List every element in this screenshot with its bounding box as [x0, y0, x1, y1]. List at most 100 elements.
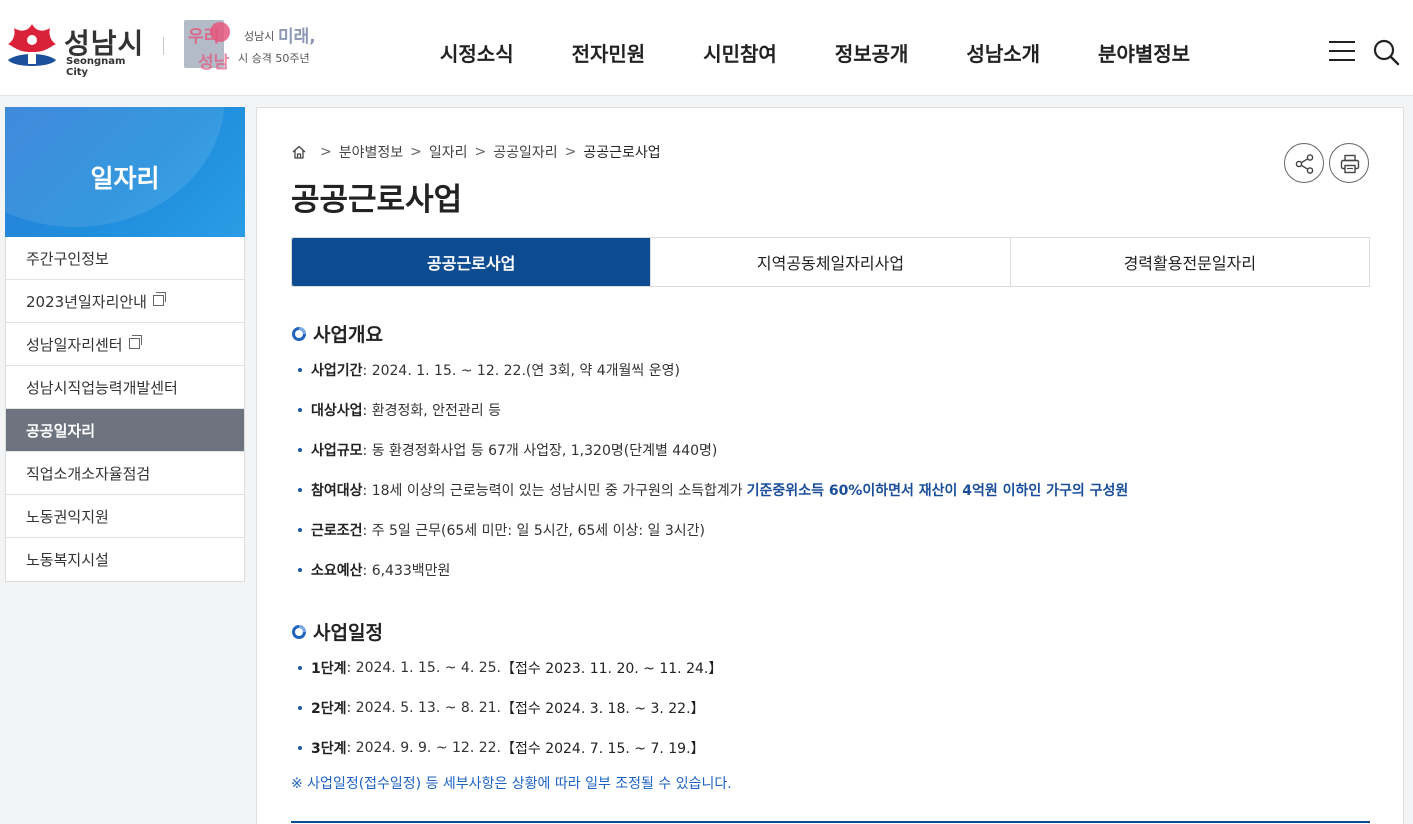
sidebar-item-label: 2023년일자리안내	[26, 292, 147, 311]
sidebar-item-label: 노동권익지원	[26, 507, 109, 526]
section-ring-icon	[292, 624, 306, 639]
search-icon[interactable]	[1372, 38, 1400, 66]
item-label: 소요예산	[311, 563, 363, 579]
item-text: : 2024. 5. 13. ~ 8. 21.	[346, 700, 501, 716]
sidebar-title: 일자리	[90, 164, 160, 193]
eligibility-highlight: 기준중위소득 60%이하면서 재산이 4억원 이하인 가구의 구성원	[746, 483, 1129, 499]
item-bracket: 【접수 2023. 11. 20. ~ 11. 24.】	[501, 661, 723, 677]
section-heading-overview: 사업개요	[291, 320, 383, 347]
main-content: > 분야별정보 > 일자리 > 공공일자리 > 공공근로사업 공공근로사업 공공…	[256, 107, 1404, 824]
share-button[interactable]	[1284, 143, 1324, 183]
home-icon[interactable]	[291, 144, 307, 160]
sidebar-item-label: 노동복지시설	[26, 551, 109, 569]
breadcrumb: > 분야별정보 > 일자리 > 공공일자리 > 공공근로사업	[291, 142, 661, 162]
nav-open-info[interactable]: 정보공개	[835, 38, 909, 67]
schedule-item-stage2: 2단계 : 2024. 5. 13. ~ 8. 21. 【접수 2024. 3. …	[295, 688, 722, 728]
nav-about[interactable]: 성남소개	[966, 38, 1040, 67]
overview-item-conditions: 근로조건 : 주 5일 근무(65세 미만: 일 5시간, 65세 이상: 일 …	[295, 510, 1128, 550]
schedule-item-stage3: 3단계 : 2024. 9. 9. ~ 12. 22. 【접수 2024. 7. …	[295, 728, 722, 768]
item-text: : 2024. 1. 15. ~ 4. 25.	[346, 660, 501, 676]
nav-by-field[interactable]: 분야별정보	[1098, 38, 1190, 67]
overview-item-period: 사업기간 : 2024. 1. 15. ~ 12. 22.(연 3회, 약 4개…	[295, 350, 1128, 390]
sidebar-item-label: 성남일자리센터	[26, 335, 123, 354]
external-link-icon	[152, 291, 166, 306]
main-nav: 시정소식 전자민원 시민참여 정보공개 성남소개 분야별정보	[440, 38, 1248, 67]
schedule-note: ※ 사업일정(접수일정) 등 세부사항은 상황에 따라 일부 조정될 수 있습니…	[291, 776, 732, 792]
slogan-line2: 성남	[198, 53, 230, 73]
seongnam-logo[interactable]: 성남시 Seongnam City	[6, 20, 146, 78]
breadcrumb-current: 공공근로사업	[583, 145, 661, 161]
tab-expert-jobs[interactable]: 경력활용전문일자리	[1009, 238, 1369, 286]
sidebar-item-labor-welfare[interactable]: 노동복지시설	[6, 538, 244, 581]
nav-participation[interactable]: 시민참여	[703, 38, 777, 67]
section-divider	[291, 821, 1370, 823]
item-text: : 2024. 1. 15. ~ 12. 22.(연 3회, 약 4개월씩 운영…	[362, 363, 680, 379]
slogan-sub2: 시 승격 50주년	[238, 52, 310, 65]
print-button[interactable]	[1329, 143, 1369, 183]
tab-public-work[interactable]: 공공근로사업	[292, 238, 651, 286]
sidebar-item-labor-rights[interactable]: 노동권익지원	[6, 495, 244, 538]
sidebar-item-label: 공공일자리	[26, 421, 96, 440]
section-heading-text: 사업일정	[313, 622, 383, 644]
item-label: 사업규모	[311, 443, 363, 459]
section-heading-text: 사업개요	[313, 324, 383, 346]
breadcrumb-separator: >	[564, 144, 577, 160]
item-text: : 주 5일 근무(65세 미만: 일 5시간, 65세 이상: 일 3시간)	[362, 523, 705, 539]
overview-item-budget: 소요예산 : 6,433백만원	[295, 550, 1128, 590]
item-text: : 2024. 9. 9. ~ 12. 22.	[346, 740, 501, 756]
sidebar-item-jobs-center[interactable]: 성남일자리센터	[6, 323, 244, 366]
overview-item-eligibility: 참여대상 : 18세 이상의 근로능력이 있는 성남시민 중 가구원의 소득합계…	[295, 470, 1128, 510]
schedule-item-stage1: 1단계 : 2024. 1. 15. ~ 4. 25. 【접수 2023. 11.…	[295, 648, 722, 688]
item-bracket: 【접수 2024. 3. 18. ~ 3. 22.】	[501, 701, 705, 717]
breadcrumb-jobs[interactable]: 일자리	[429, 142, 468, 162]
breadcrumb-separator: >	[474, 144, 487, 160]
section-heading-schedule: 사업일정	[291, 618, 383, 645]
seongnam-emblem-icon	[8, 24, 56, 66]
nav-e-civil[interactable]: 전자민원	[572, 38, 646, 67]
schedule-list: 1단계 : 2024. 1. 15. ~ 4. 25. 【접수 2023. 11.…	[295, 648, 722, 768]
slogan-line1b: 미래,	[278, 27, 316, 47]
item-label: 사업기간	[311, 363, 363, 379]
sidebar-title-banner: 일자리	[5, 107, 245, 237]
share-icon	[1295, 154, 1314, 174]
sidebar-item-label: 직업소개소자율점검	[26, 464, 151, 483]
overview-list: 사업기간 : 2024. 1. 15. ~ 12. 22.(연 3회, 약 4개…	[295, 350, 1128, 590]
item-text: : 6,433백만원	[362, 563, 451, 579]
slogan-sub1: 성남시	[244, 30, 275, 43]
print-icon	[1340, 154, 1360, 174]
sidebar-item-agency-check[interactable]: 직업소개소자율점검	[6, 452, 244, 495]
breadcrumb-public-jobs[interactable]: 공공일자리	[493, 142, 557, 162]
section-ring-icon	[292, 326, 306, 341]
sidebar-item-public-jobs[interactable]: 공공일자리	[6, 409, 244, 452]
site-header: 성남시 Seongnam City 우리 미래, 성남 성남시 시 승격 50주…	[0, 0, 1413, 96]
logo-text-en: Seongnam City	[66, 56, 126, 78]
breadcrumb-separator: >	[410, 144, 422, 160]
sidebar-menu: 주간구인정보 2023년일자리안내 성남일자리센터 성남시직업능력개발센터 공공…	[5, 237, 245, 582]
sidebar-item-label: 성남시직업능력개발센터	[26, 378, 178, 397]
slogan-line1a: 우리	[188, 27, 220, 47]
page-title: 공공근로사업	[291, 182, 463, 218]
item-label: 1단계	[311, 661, 347, 677]
tab-community-jobs[interactable]: 지역공동체일자리사업	[650, 238, 1009, 286]
item-text: : 동 환경정화사업 등 67개 사업장, 1,320명(단계별 440명)	[362, 443, 718, 459]
nav-news[interactable]: 시정소식	[440, 38, 514, 67]
item-label: 2단계	[311, 701, 347, 717]
sidebar-item-vocational-center[interactable]: 성남시직업능력개발센터	[6, 366, 244, 409]
item-label: 대상사업	[311, 403, 363, 419]
menu-icon[interactable]	[1329, 40, 1355, 62]
item-text: : 18세 이상의 근로능력이 있는 성남시민 중 가구원의 소득합계가	[362, 483, 743, 499]
breadcrumb-separator: >	[320, 144, 332, 160]
sidebar-item-label: 주간구인정보	[26, 249, 109, 268]
external-link-icon	[128, 334, 142, 349]
sidebar-item-2023-jobs-guide[interactable]: 2023년일자리안내	[6, 280, 244, 323]
overview-item-target-projects: 대상사업 : 환경정화, 안전관리 등	[295, 390, 1128, 430]
item-label: 근로조건	[311, 523, 363, 539]
item-label: 참여대상	[311, 483, 363, 499]
breadcrumb-by-field[interactable]: 분야별정보	[339, 142, 403, 162]
item-label: 3단계	[311, 741, 347, 757]
item-text: : 환경정화, 안전관리 등	[362, 403, 501, 419]
overview-item-scale: 사업규모 : 동 환경정화사업 등 67개 사업장, 1,320명(단계별 44…	[295, 430, 1128, 470]
logo-divider	[163, 37, 164, 55]
anniversary-slogan: 우리 미래, 성남 성남시 시 승격 50주년	[184, 18, 344, 73]
sidebar-item-weekly-jobs[interactable]: 주간구인정보	[6, 237, 244, 280]
